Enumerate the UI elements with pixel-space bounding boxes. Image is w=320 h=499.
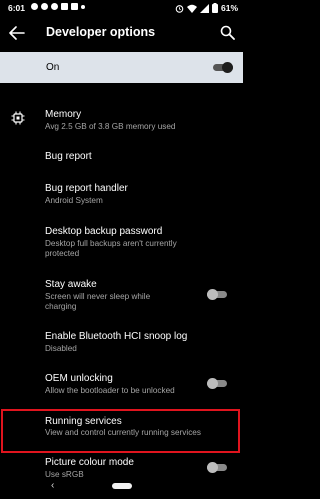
item-summary: Desktop full backups aren't currently pr… [45, 239, 177, 258]
master-toggle-thumb [222, 62, 233, 73]
item-title: Bug report [45, 151, 92, 162]
list-item-bug-report[interactable]: Bug report [0, 146, 243, 168]
item-title: Desktop backup password [45, 226, 163, 237]
status-right: 61% [175, 3, 238, 13]
item-title: Enable Bluetooth HCI snoop log [45, 331, 188, 342]
toggle-thumb [207, 462, 218, 473]
item-summary: Allow the bootloader to be unlocked [45, 386, 175, 395]
page-title: Developer options [46, 25, 156, 39]
item-title: Bug report handler [45, 183, 128, 194]
item-title: OEM unlocking [45, 373, 113, 384]
memory-chip-icon [11, 111, 25, 125]
spotify-icon [31, 3, 38, 10]
status-time: 6:01 [8, 3, 26, 13]
item-title: Picture colour mode [45, 457, 134, 468]
nav-back-icon[interactable]: ‹ [51, 480, 54, 491]
master-switch-label: On [46, 62, 60, 73]
list-item-memory[interactable]: Memory Avg 2.5 GB of 3.8 GB memory used [0, 105, 243, 137]
oem-unlocking-toggle[interactable] [207, 378, 227, 389]
item-summary: Disabled [45, 344, 77, 353]
list-item-bug-report-handler[interactable]: Bug report handler Android System [0, 179, 243, 209]
item-title: Stay awake [45, 279, 97, 290]
alarm-icon [175, 4, 184, 13]
list-item-stay-awake[interactable]: Stay awake Screen will never sleep while… [0, 275, 243, 317]
battery-percent: 61% [220, 3, 238, 13]
item-summary: Screen will never sleep while charging [45, 292, 151, 311]
wifi-icon [186, 4, 197, 13]
youtube-icon [51, 3, 58, 10]
master-toggle[interactable] [213, 62, 233, 73]
home-pill[interactable] [112, 483, 132, 489]
app-bar: Developer options [0, 16, 243, 50]
mail-icon [71, 3, 78, 10]
item-title: Memory [45, 109, 82, 120]
status-bar: 6:01 61% [0, 0, 243, 16]
signal-icon [199, 3, 209, 13]
list-item-bluetooth-hci-snoop-log[interactable]: Enable Bluetooth HCI snoop log Disabled [0, 327, 243, 357]
item-summary: Avg 2.5 GB of 3.8 GB memory used [45, 122, 176, 131]
picture-colour-mode-toggle[interactable] [207, 462, 227, 473]
item-summary: Android System [45, 196, 103, 205]
list-item-oem-unlocking[interactable]: OEM unlocking Allow the bootloader to be… [0, 370, 243, 402]
toggle-thumb [207, 289, 218, 300]
highlight-box [1, 409, 240, 453]
dot-icon [81, 4, 85, 9]
stay-awake-toggle[interactable] [207, 289, 227, 300]
linkedin-icon [61, 3, 68, 10]
messenger-icon [41, 3, 48, 10]
navigation-bar: ‹ [0, 478, 243, 499]
search-icon[interactable] [220, 25, 235, 40]
master-switch-row[interactable]: On [0, 52, 243, 83]
list-item-desktop-backup-password[interactable]: Desktop backup password Desktop full bac… [0, 222, 243, 264]
back-arrow-icon[interactable] [9, 26, 25, 40]
toggle-thumb [207, 378, 218, 389]
battery-icon [211, 3, 218, 13]
notification-icons [31, 3, 85, 10]
